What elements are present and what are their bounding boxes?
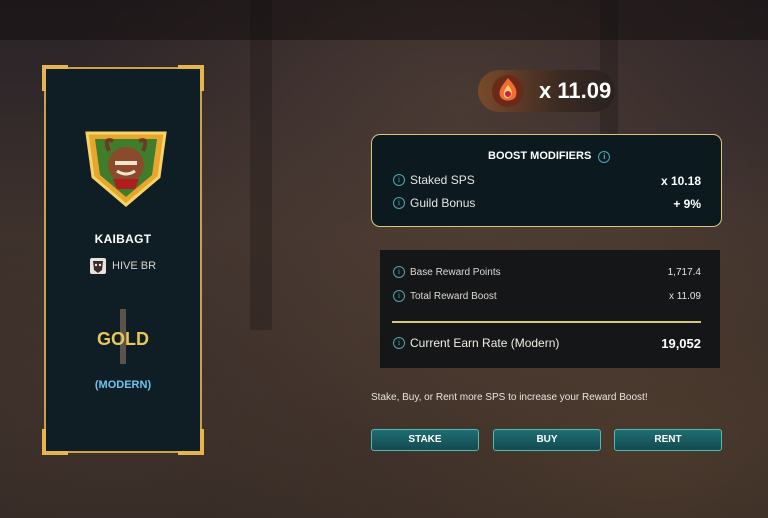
- guild-name: HIVE BR: [112, 260, 157, 272]
- modifier-row-guild-bonus: i Guild Bonus: [393, 196, 475, 210]
- background-beam: [0, 0, 768, 40]
- earn-rate-value: 19,052: [661, 336, 701, 351]
- info-icon[interactable]: i: [393, 197, 405, 209]
- boost-modifiers-title-text: BOOST MODIFIERS: [488, 150, 592, 162]
- modifier-label: Staked SPS: [410, 173, 475, 187]
- format-label: (MODERN): [94, 379, 152, 391]
- earn-rate-label: Current Earn Rate (Modern): [410, 336, 560, 350]
- modifier-row-staked-sps: i Staked SPS: [393, 173, 475, 187]
- card-corner: [42, 65, 68, 91]
- info-icon[interactable]: i: [393, 290, 405, 302]
- buy-button[interactable]: BUY: [493, 429, 601, 451]
- background-pillar: [600, 0, 618, 140]
- league-name: GOLD: [97, 329, 149, 349]
- info-icon[interactable]: i: [393, 174, 405, 186]
- total-boost-value: x 11.09: [668, 291, 701, 302]
- stake-button[interactable]: STAKE: [371, 429, 479, 451]
- base-reward-value: 1,717.4: [667, 267, 701, 278]
- base-reward-label: Base Reward Points: [410, 266, 501, 278]
- player-avatar: [79, 127, 173, 209]
- guild-info[interactable]: HIVE BR: [90, 258, 156, 274]
- base-reward-row: i Base Reward Points: [393, 266, 501, 278]
- player-card: KAIBAGT HIVE BR GOLD (MODERN): [42, 65, 204, 455]
- call-to-action-text: Stake, Buy, or Rent more SPS to increase…: [371, 392, 648, 403]
- background-pillar: [250, 0, 272, 330]
- modifier-label: Guild Bonus: [410, 196, 476, 210]
- rent-button[interactable]: RENT: [614, 429, 722, 451]
- player-name: KAIBAGT: [94, 232, 152, 246]
- boost-flame-icon: [490, 73, 526, 109]
- boost-modifiers-title: BOOST MODIFIERS i: [488, 150, 611, 163]
- boost-multiplier: x 11.09: [539, 78, 612, 103]
- total-boost-row: i Total Reward Boost: [393, 290, 497, 302]
- card-corner: [42, 429, 68, 455]
- earn-rate-row: i Current Earn Rate (Modern): [393, 336, 559, 350]
- info-icon[interactable]: i: [393, 266, 405, 278]
- modifier-value: + 9%: [673, 197, 701, 211]
- total-boost-label: Total Reward Boost: [410, 290, 497, 302]
- info-icon[interactable]: i: [393, 337, 405, 349]
- modifier-value: x 10.18: [660, 174, 701, 188]
- card-corner: [178, 65, 204, 91]
- card-corner: [178, 429, 204, 455]
- guild-emblem-icon: [90, 258, 106, 274]
- divider: [392, 321, 701, 323]
- info-icon[interactable]: i: [598, 151, 611, 163]
